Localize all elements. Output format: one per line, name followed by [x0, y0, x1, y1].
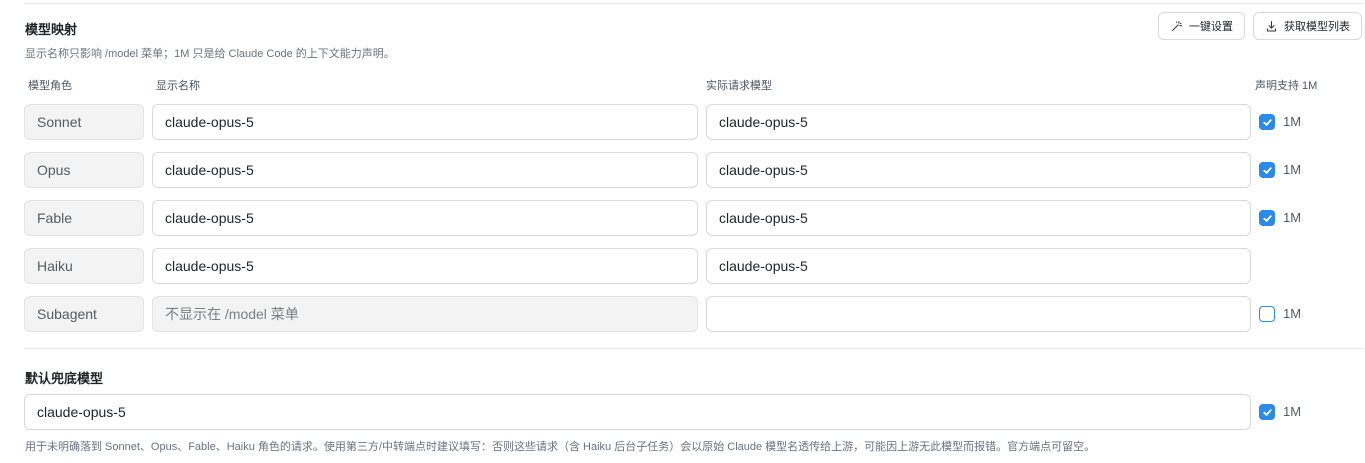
- request-model-input[interactable]: [706, 296, 1251, 332]
- request-model-input[interactable]: claude-opus-5: [706, 104, 1251, 140]
- display-name-input[interactable]: claude-opus-5: [152, 200, 698, 236]
- section-description: 显示名称只影响 /model 菜单；1M 只是给 Claude Code 的上下…: [25, 48, 395, 60]
- fallback-model-input[interactable]: claude-opus-5: [24, 394, 1251, 430]
- display-name-input[interactable]: claude-opus-5: [152, 248, 698, 284]
- support-1m-checkbox[interactable]: [1259, 114, 1275, 130]
- role-label: Sonnet: [24, 104, 144, 140]
- request-model-input[interactable]: claude-opus-5: [706, 200, 1251, 236]
- display-name-input[interactable]: claude-opus-5: [152, 104, 698, 140]
- model-mapping-panel: 模型映射 显示名称只影响 /model 菜单；1M 只是给 Claude Cod…: [0, 0, 1365, 463]
- fetch-model-list-label: 获取模型列表: [1284, 21, 1350, 33]
- role-label: Subagent: [24, 296, 144, 332]
- column-header-request: 实际请求模型: [706, 80, 772, 92]
- check-icon: [1262, 408, 1272, 416]
- fallback-1m-label: 1M: [1283, 404, 1302, 419]
- mapping-row-opus: Opus claude-opus-5 claude-opus-5 1M: [0, 152, 1365, 188]
- magic-wand-icon: [1171, 20, 1182, 31]
- support-1m-checkbox[interactable]: [1259, 306, 1275, 322]
- role-label: Opus: [24, 152, 144, 188]
- display-name-input: 不显示在 /model 菜单: [152, 296, 698, 332]
- support-1m-checkbox[interactable]: [1259, 210, 1275, 226]
- fallback-row: claude-opus-5 1M: [0, 394, 1365, 430]
- display-name-input[interactable]: claude-opus-5: [152, 152, 698, 188]
- request-model-input[interactable]: claude-opus-5: [706, 248, 1251, 284]
- check-icon: [1262, 118, 1272, 126]
- support-1m-label: 1M: [1283, 162, 1302, 177]
- fallback-title: 默认兜底模型: [25, 371, 104, 386]
- support-1m-label: 1M: [1283, 306, 1302, 321]
- role-label: Fable: [24, 200, 144, 236]
- column-header-support: 声明支持 1M: [1255, 80, 1318, 92]
- column-header-display: 显示名称: [156, 80, 200, 92]
- request-model-input[interactable]: claude-opus-5: [706, 152, 1251, 188]
- one-click-setup-button[interactable]: 一键设置: [1158, 12, 1245, 40]
- mapping-row-fable: Fable claude-opus-5 claude-opus-5 1M: [0, 200, 1365, 236]
- support-1m-label: 1M: [1283, 210, 1302, 225]
- section-title: 模型映射: [25, 22, 78, 37]
- fallback-1m-checkbox[interactable]: [1259, 404, 1275, 420]
- top-divider: [24, 3, 1363, 4]
- one-click-setup-label: 一键设置: [1189, 21, 1233, 33]
- fetch-model-list-button[interactable]: 获取模型列表: [1253, 12, 1362, 40]
- mapping-row-subagent: Subagent 不显示在 /model 菜单 1M: [0, 296, 1365, 332]
- support-1m-label: 1M: [1283, 114, 1302, 129]
- download-icon: [1266, 20, 1277, 31]
- toolbar: 一键设置 获取模型列表: [1158, 12, 1362, 40]
- role-label: Haiku: [24, 248, 144, 284]
- check-icon: [1262, 166, 1272, 174]
- section-divider: [24, 348, 1363, 349]
- fallback-note: 用于未明确落到 Sonnet、Opus、Fable、Haiku 角色的请求。使用…: [25, 441, 1096, 453]
- check-icon: [1262, 214, 1272, 222]
- mapping-row-sonnet: Sonnet claude-opus-5 claude-opus-5 1M: [0, 104, 1365, 140]
- column-header-role: 模型角色: [28, 80, 72, 92]
- mapping-row-haiku: Haiku claude-opus-5 claude-opus-5: [0, 248, 1365, 284]
- support-1m-checkbox[interactable]: [1259, 162, 1275, 178]
